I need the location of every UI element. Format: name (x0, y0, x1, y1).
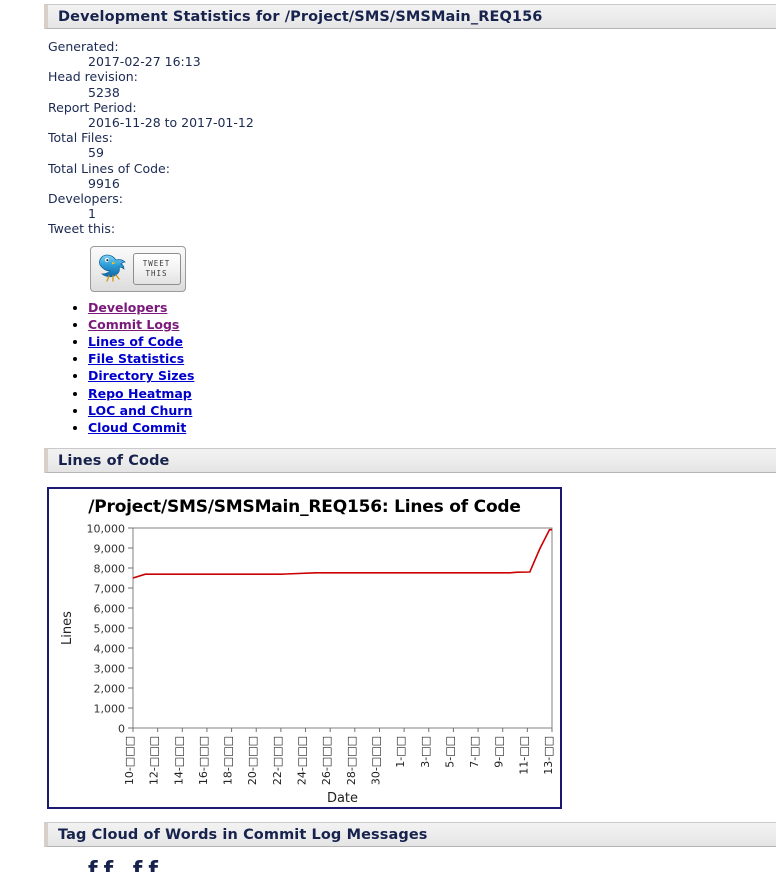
developers-label: Developers: (48, 191, 124, 207)
svg-text:6,000: 6,000 (94, 603, 126, 616)
head-revision-value: 5238 (88, 84, 120, 100)
svg-text:5-□□: 5-□□ (443, 736, 456, 768)
section-header-tag-cloud: Tag Cloud of Words in Commit Log Message… (44, 822, 776, 848)
svg-text:22-□□□: 22-□□□ (271, 736, 284, 785)
page-title: Development Statistics for /Project/SMS/… (58, 8, 543, 25)
svg-text:16-□□□: 16-□□□ (197, 736, 210, 785)
link-commit-logs[interactable]: Commit Logs (88, 317, 179, 332)
svg-text:Date: Date (327, 791, 358, 806)
generated-label: Generated: (48, 39, 119, 54)
report-period-label: Report Period: (48, 99, 137, 115)
svg-text:2,000: 2,000 (94, 683, 126, 696)
list-item: LOC and Churn (88, 403, 776, 418)
svg-text:7-□□: 7-□□ (468, 736, 481, 768)
total-loc-label: Total Lines of Code: (48, 160, 170, 176)
svg-text:1,000: 1,000 (94, 703, 126, 716)
list-item: Directory Sizes (88, 368, 776, 383)
list-item: Cloud Commit (88, 420, 776, 435)
section-title-tag-cloud: Tag Cloud of Words in Commit Log Message… (58, 826, 428, 843)
list-item: Commit Logs (88, 317, 776, 332)
svg-text:4,000: 4,000 (94, 643, 126, 656)
total-loc-value: 9916 (88, 175, 120, 191)
summary-block: Generated: 2017-02-27 16:13 Head revisio… (0, 29, 776, 237)
section-title-lines-of-code: Lines of Code (58, 452, 170, 469)
head-revision-label: Head revision: (48, 69, 138, 85)
tweet-label-line1: TWEET (142, 258, 171, 268)
lines-of-code-line-chart: 0 1,000 2,000 3,000 4,000 5,000 6,000 7,000 8,00… (60, 523, 555, 807)
link-repo-heatmap[interactable]: Repo Heatmap (88, 386, 192, 401)
link-directory-sizes[interactable]: Directory Sizes (88, 368, 194, 383)
tweet-this-wrapper: TWEET THIS (0, 237, 776, 292)
chart-plot-area: 0 1,000 2,000 3,000 4,000 5,000 6,000 7,000 8,00… (49, 519, 560, 807)
list-item: Repo Heatmap (88, 386, 776, 401)
svg-text:Lines: Lines (60, 611, 75, 645)
svg-text:26-□□□: 26-□□□ (320, 736, 333, 785)
svg-text:9,000: 9,000 (94, 543, 126, 556)
svg-text:28-□□□: 28-□□□ (345, 736, 358, 785)
svg-text:12-□□□: 12-□□□ (148, 736, 161, 785)
svg-text:9-□□: 9-□□ (493, 736, 506, 768)
report-section-links: Developers Commit Logs Lines of Code Fil… (0, 300, 776, 435)
link-loc-and-churn[interactable]: LOC and Churn (88, 403, 192, 418)
svg-text:20-□□□: 20-□□□ (246, 736, 259, 785)
chart-title: /Project/SMS/SMSMain_REQ156: Lines of Co… (88, 497, 521, 518)
svg-text:3,000: 3,000 (94, 663, 126, 676)
link-lines-of-code[interactable]: Lines of Code (88, 334, 183, 349)
generated-value: 2017-02-27 16:13 (88, 54, 201, 70)
tag-cloud-content-clipped: ff ff (88, 858, 164, 872)
svg-text:10,000: 10,000 (87, 523, 126, 536)
list-item: Lines of Code (88, 334, 776, 349)
svg-text:5,000: 5,000 (94, 623, 126, 636)
section-header-lines-of-code: Lines of Code (44, 448, 776, 474)
tweet-this-button[interactable]: TWEET THIS (90, 245, 186, 292)
developers-value: 1 (88, 206, 96, 222)
total-files-label: Total Files: (48, 130, 113, 146)
svg-text:11-□□: 11-□□ (517, 736, 530, 775)
tweet-this-label: Tweet this: (48, 221, 116, 237)
svg-text:3-□□: 3-□□ (419, 736, 432, 768)
svg-text:1-□□: 1-□□ (394, 736, 407, 768)
list-item: File Statistics (88, 351, 776, 366)
link-file-statistics[interactable]: File Statistics (88, 351, 184, 366)
tweet-this-label-box: TWEET THIS (132, 252, 181, 285)
svg-text:0: 0 (118, 723, 125, 736)
svg-text:24-□□□: 24-□□□ (296, 736, 309, 785)
svg-text:8,000: 8,000 (94, 563, 126, 576)
svg-text:30-□□□: 30-□□□ (369, 736, 382, 785)
list-item: Developers (88, 300, 776, 315)
report-period-value: 2016-11-28 to 2017-01-12 (88, 115, 254, 131)
lines-of-code-chart-card: /Project/SMS/SMSMain_REQ156: Lines of Co… (47, 487, 562, 810)
total-files-value: 59 (88, 145, 104, 161)
svg-text:14-□□□: 14-□□□ (172, 736, 185, 785)
svg-text:7,000: 7,000 (94, 583, 126, 596)
svg-text:13-□□: 13-□□ (542, 736, 555, 775)
page-title-bar: Development Statistics for /Project/SMS/… (44, 4, 776, 29)
twitter-bird-icon (96, 251, 130, 287)
link-developers[interactable]: Developers (88, 300, 167, 315)
svg-text:10-□□□: 10-□□□ (123, 736, 136, 785)
link-cloud-commit[interactable]: Cloud Commit (88, 420, 186, 435)
svg-text:18-□□□: 18-□□□ (222, 736, 235, 785)
tweet-label-line2: THIS (145, 268, 168, 278)
